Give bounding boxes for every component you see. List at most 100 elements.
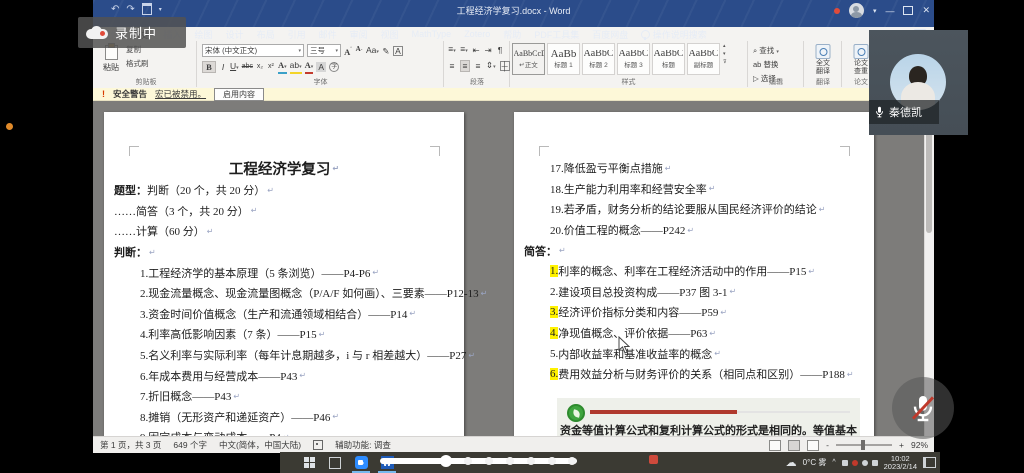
shrink-font-icon[interactable]: Aˇ — [355, 44, 363, 57]
zoom-percent[interactable]: 92% — [911, 440, 928, 450]
style-title[interactable]: AaBbC 标题 — [652, 43, 685, 75]
playback-scrubber[interactable] — [380, 458, 577, 464]
zoom-out-button[interactable]: - — [826, 440, 829, 450]
tab-baidu-pan[interactable]: 百度网盘 — [586, 27, 635, 41]
line-spacing-icon[interactable]: ⇕▾ — [486, 60, 496, 72]
network-icon[interactable] — [862, 460, 868, 466]
volume-icon[interactable] — [872, 460, 878, 466]
qat-customize-icon[interactable]: ▾ — [159, 6, 162, 13]
web-layout-button[interactable] — [807, 440, 819, 451]
enable-content-button[interactable]: 启用内容 — [214, 88, 264, 101]
subscript-icon[interactable]: x₂ — [256, 62, 264, 72]
find-button[interactable]: ⌕ 查找 ▾ — [753, 45, 780, 56]
indent-increase-icon[interactable]: ⇥ — [484, 45, 492, 55]
tab-layout[interactable]: 布局 — [250, 27, 281, 41]
style-heading1[interactable]: AaBb 标题 1 — [547, 43, 580, 75]
save-icon[interactable] — [142, 3, 152, 15]
account-avatar[interactable] — [849, 3, 864, 18]
text-effects-icon[interactable]: A▾ — [278, 60, 287, 74]
styles-more-icon[interactable]: ⊽ — [723, 59, 727, 65]
style-heading3[interactable]: AaBbC 标题 3 — [617, 43, 650, 75]
style-normal[interactable]: AaBbCcDd ↵正文 — [512, 43, 545, 75]
font-size-select[interactable]: 三号▾ — [307, 44, 341, 57]
styles-down-icon[interactable]: ▾ — [723, 51, 727, 57]
page-1[interactable]: 工程经济学复习↵ 题型：判断（20 个，共 20 分）↵ ……简答（3 个，共 … — [104, 112, 464, 436]
print-layout-button[interactable] — [788, 440, 800, 451]
char-border-icon[interactable]: A — [393, 46, 403, 56]
read-mode-button[interactable] — [769, 440, 781, 451]
font-color-icon[interactable]: A▾ — [305, 60, 314, 74]
undo-icon[interactable]: ↶ — [111, 4, 119, 15]
tab-design[interactable]: 设计 — [219, 27, 250, 41]
superscript-icon[interactable]: x² — [267, 62, 275, 72]
tray-icon-red[interactable] — [852, 460, 858, 466]
meeting-app-button[interactable] — [348, 452, 374, 473]
close-button[interactable]: ✕ — [922, 5, 930, 16]
tab-view[interactable]: 视图 — [374, 27, 405, 41]
tab-draw[interactable]: 绘图 — [188, 27, 219, 41]
pilcrow-icon[interactable]: ¶ — [496, 45, 504, 55]
word-count[interactable]: 649 个字 — [173, 439, 207, 451]
doc-line: ……计算（60 分）↵ — [104, 221, 464, 242]
notification-center-icon[interactable] — [923, 457, 936, 468]
char-shading-icon[interactable]: A — [316, 62, 326, 72]
zoom-in-button[interactable]: + — [899, 440, 904, 450]
accessibility-status[interactable]: 辅助功能: 调查 — [335, 439, 391, 451]
weather-icon[interactable]: ☁ — [786, 456, 797, 469]
ribbon-options-icon[interactable]: ▾ — [873, 7, 877, 15]
tab-mathtype[interactable]: MathType — [405, 27, 458, 41]
page-2[interactable]: 17.降低盈亏平衡点措施↵ 18.生产能力利用率和经营安全率↵ 19.若矛盾，财… — [514, 112, 874, 436]
bullets-icon[interactable]: ≡▾ — [448, 44, 456, 56]
enclose-char-icon[interactable]: 字 — [329, 62, 339, 72]
strikethrough-icon[interactable]: abc — [242, 62, 253, 72]
macro-record-icon[interactable] — [313, 440, 323, 450]
align-center-icon[interactable]: ≡ — [460, 60, 470, 72]
redo-icon[interactable]: ↷ — [126, 4, 134, 15]
clear-format-icon[interactable]: ✎ — [382, 46, 390, 56]
doc-line: 5.名义利率与实际利率（每年计息期越多，i 与 r 相差越大）——P27↵ — [104, 345, 464, 366]
tab-zotero[interactable]: Zotero — [458, 27, 497, 41]
replace-button[interactable]: ab 替换 — [753, 59, 780, 70]
styles-up-icon[interactable]: ▴ — [723, 43, 727, 49]
task-view-button[interactable] — [322, 452, 348, 473]
tab-help[interactable]: 帮助 — [497, 27, 528, 41]
weather-text[interactable]: 0°C 雾 — [803, 457, 827, 468]
align-left-icon[interactable]: ≡ — [448, 61, 456, 71]
font-family-select[interactable]: 宋体 (中文正文)▾ — [202, 44, 304, 57]
tab-pdf-tools[interactable]: PDF工具集 — [528, 27, 586, 41]
language-indicator[interactable]: 中文(简体，中国大陆) — [219, 439, 301, 451]
full-translate-button[interactable]: 全文 翻译 — [816, 44, 831, 76]
minimize-button[interactable]: — — [885, 6, 894, 16]
clock[interactable]: 10:02 2023/2/14 — [884, 455, 917, 471]
borders-icon[interactable]: ┼ — [500, 61, 510, 71]
style-subtitle[interactable]: AaBbC 副标题 — [687, 43, 720, 75]
page-indicator[interactable]: 第 1 页，共 3 页 — [100, 439, 161, 451]
bold-icon[interactable]: B — [202, 61, 216, 73]
highlight-color-icon[interactable]: ab▾ — [290, 60, 302, 74]
mute-button[interactable] — [892, 377, 954, 439]
align-right-icon[interactable]: ≡ — [474, 61, 482, 71]
format-painter-button[interactable]: 格式刷 — [126, 58, 149, 69]
macros-disabled-link[interactable]: 宏已被禁用。 — [155, 88, 206, 100]
tray-icon[interactable] — [842, 460, 848, 466]
italic-icon[interactable]: I — [219, 62, 227, 72]
change-case-icon[interactable]: Aa▾ — [366, 45, 379, 57]
tab-review[interactable]: 审阅 — [343, 27, 374, 41]
grow-font-icon[interactable]: Aˆ — [344, 45, 352, 57]
tell-me-search[interactable]: 操作说明搜索 — [635, 27, 713, 41]
paper-check-button[interactable]: 论文 查重 — [854, 44, 869, 76]
hidden-icons-chevron[interactable]: ^ — [832, 459, 835, 466]
tab-mailings[interactable]: 邮件 — [312, 27, 343, 41]
indent-decrease-icon[interactable]: ⇤ — [472, 45, 480, 55]
tab-references[interactable]: 引用 — [281, 27, 312, 41]
scrubber-knob[interactable] — [440, 455, 452, 467]
numbering-icon[interactable]: ≡▾ — [460, 44, 468, 56]
zoom-slider[interactable] — [836, 444, 892, 446]
underline-icon[interactable]: U▾ — [230, 61, 239, 73]
start-button[interactable] — [296, 452, 322, 473]
restore-button[interactable] — [903, 6, 913, 15]
style-heading2[interactable]: AaBbC 标题 2 — [582, 43, 615, 75]
task-view-icon — [329, 457, 341, 469]
zoom-slider-knob[interactable] — [861, 440, 865, 450]
webcam-tile[interactable]: 秦德凯 — [869, 30, 968, 135]
